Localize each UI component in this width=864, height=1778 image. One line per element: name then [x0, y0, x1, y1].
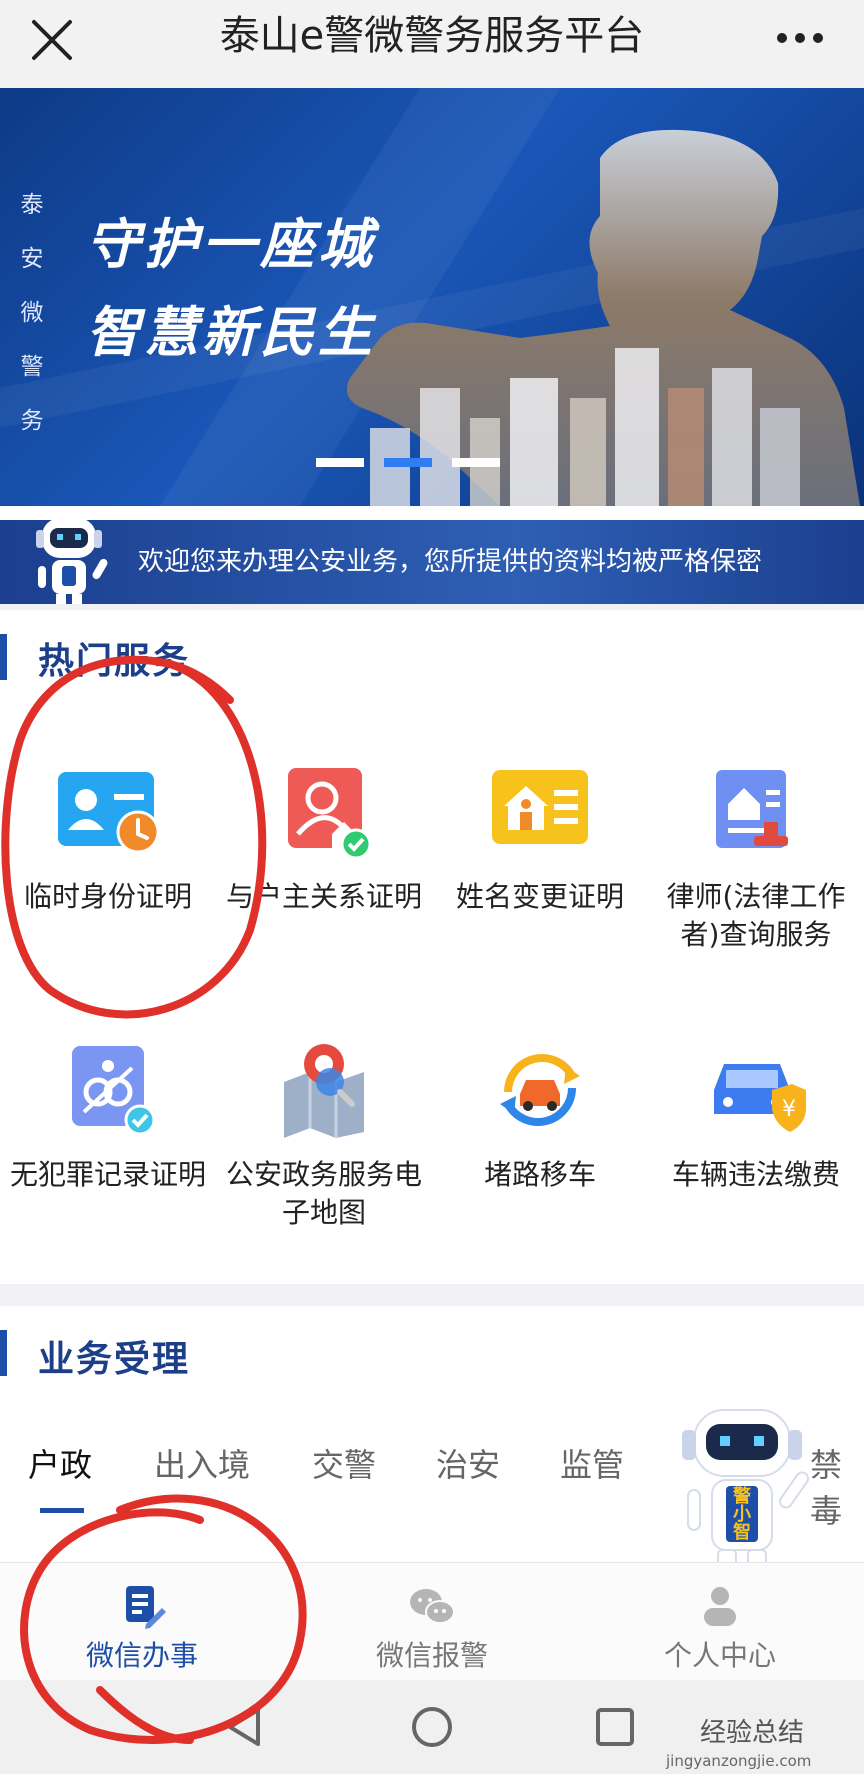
- home-icon: [412, 1707, 452, 1747]
- nav-wechat-report[interactable]: 微信报警: [332, 1572, 532, 1672]
- service-label: 堵路移车: [483, 1158, 596, 1191]
- banner-slogan-line1: 守护一座城: [86, 213, 376, 276]
- hot-services-title: 热门服务: [38, 641, 191, 682]
- wechat-chat-icon: [406, 1580, 458, 1632]
- section-marker: [0, 1330, 7, 1376]
- id-card-clock-icon: [54, 764, 162, 860]
- back-icon: [228, 1708, 260, 1746]
- tab-exit-entry[interactable]: 出入境: [154, 1440, 250, 1486]
- banner-vchar: 警: [20, 354, 44, 380]
- more-button[interactable]: [770, 16, 830, 60]
- banner-slogan-line2: 智慧新民生: [86, 301, 376, 364]
- business-title: 业务受理: [38, 1339, 191, 1380]
- service-label: 律师(法律工作者)查询服务: [666, 880, 846, 951]
- banner-vchar: 泰: [20, 192, 44, 218]
- tab-anti-drug[interactable]: 禁毒: [810, 1440, 864, 1532]
- banner-vchar: 务: [20, 408, 44, 434]
- watermark-url: jingyanzongjie.com: [666, 1752, 812, 1770]
- nav-wechat-service[interactable]: 微信办事: [42, 1572, 242, 1672]
- section-gap: [0, 1284, 864, 1306]
- nav-label: 微信报警: [375, 1639, 488, 1672]
- carousel-indicators: [316, 458, 500, 468]
- service-label: 无犯罪记录证明: [9, 1158, 206, 1191]
- service-label: 与户主关系证明: [225, 880, 422, 913]
- tab-hukou[interactable]: 户政: [28, 1440, 92, 1486]
- document-edit-icon: [116, 1580, 168, 1632]
- service-label: 车辆违法缴费: [671, 1158, 840, 1191]
- handcuffs-check-icon: [54, 1042, 162, 1138]
- carousel-dot[interactable]: [452, 458, 500, 467]
- more-dots-icon: [777, 33, 823, 43]
- service-label: 临时身份证明: [23, 880, 192, 913]
- section-gap: [0, 604, 864, 610]
- recents-icon: [596, 1708, 634, 1746]
- map-pin-icon: [270, 1042, 378, 1138]
- close-icon: [32, 20, 72, 60]
- active-tab-indicator: [40, 1508, 84, 1513]
- banner-vchar: 微: [20, 300, 44, 326]
- watermark-text: 经验总结: [700, 1718, 805, 1748]
- service-label: 公安政务服务电子地图: [225, 1158, 422, 1229]
- robot-mascot[interactable]: 警小智: [672, 1404, 812, 1582]
- tab-supervision[interactable]: 监管: [560, 1440, 624, 1486]
- mascot-label: 警小智: [733, 1486, 751, 1543]
- section-marker: [0, 634, 7, 680]
- tab-public-security[interactable]: 治安: [436, 1440, 500, 1486]
- person-icon: [694, 1580, 746, 1632]
- nav-label: 微信办事: [85, 1639, 198, 1672]
- banner-vchar: 安: [20, 246, 44, 272]
- document-stamp-icon: [702, 764, 810, 860]
- welcome-text: 欢迎您来办理公安业务，您所提供的资料均被严格保密: [138, 547, 763, 577]
- svg-text:¥: ¥: [782, 1097, 796, 1122]
- car-yen-shield-icon: ¥: [702, 1042, 810, 1138]
- banner-vertical-text: 泰 安 微 警 务: [14, 178, 50, 448]
- robot-mascot-small-icon: [24, 512, 114, 608]
- nav-personal-center[interactable]: 个人中心: [620, 1572, 820, 1672]
- banner-carousel[interactable]: 泰 安 微 警 务 守护一座城 智慧新民生: [0, 88, 864, 506]
- carousel-dot[interactable]: [316, 458, 364, 467]
- page-title: 泰山e警微警务服务平台: [219, 13, 645, 59]
- close-button[interactable]: [26, 14, 78, 66]
- house-document-icon: [486, 764, 594, 860]
- service-label: 姓名变更证明: [455, 880, 624, 913]
- person-house-check-icon: [270, 764, 378, 860]
- carousel-dot-active[interactable]: [384, 458, 432, 467]
- tab-traffic-police[interactable]: 交警: [312, 1440, 376, 1486]
- nav-label: 个人中心: [663, 1639, 776, 1672]
- car-cycle-icon: [486, 1042, 594, 1138]
